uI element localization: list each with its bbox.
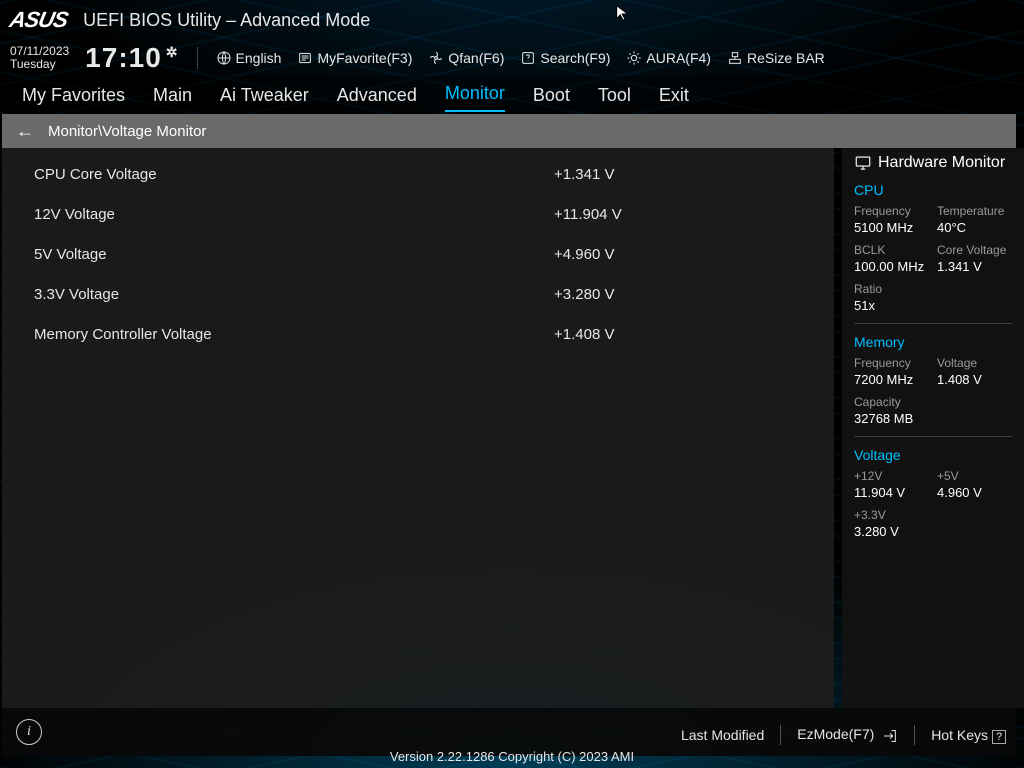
tab-advanced[interactable]: Advanced bbox=[337, 85, 417, 112]
tab-main[interactable]: Main bbox=[153, 85, 192, 112]
voltage-label: Memory Controller Voltage bbox=[34, 326, 554, 343]
globe-icon bbox=[216, 50, 232, 66]
voltage-value: +4.960 V bbox=[554, 246, 614, 263]
main-tabs: My Favorites Main Ai Tweaker Advanced Monito… bbox=[0, 76, 1024, 112]
section-voltage: Voltage bbox=[854, 447, 1012, 463]
gear-icon[interactable]: ✲ bbox=[166, 44, 179, 61]
search-help-icon bbox=[520, 50, 536, 66]
voltage-label: 12V Voltage bbox=[34, 206, 554, 223]
voltage-label: 3.3V Voltage bbox=[34, 286, 554, 303]
search-button[interactable]: Search(F9) bbox=[520, 50, 610, 66]
title-bar: ASUS UEFI BIOS Utility – Advanced Mode bbox=[0, 0, 1024, 40]
version-text: Version 2.22.1286 Copyright (C) 2023 AMI bbox=[0, 749, 1024, 768]
tab-exit[interactable]: Exit bbox=[659, 85, 689, 112]
exit-icon bbox=[882, 728, 898, 744]
ezmode-button[interactable]: EzMode(F7) bbox=[797, 726, 898, 743]
monitor-icon bbox=[854, 154, 872, 172]
last-modified-button[interactable]: Last Modified bbox=[681, 727, 764, 743]
tab-ai-tweaker[interactable]: Ai Tweaker bbox=[220, 85, 309, 112]
breadcrumb-text: Monitor\Voltage Monitor bbox=[48, 123, 206, 140]
aura-button[interactable]: AURA(F4) bbox=[626, 50, 711, 66]
brand-logo: ASUS bbox=[7, 7, 72, 33]
hotkeys-button[interactable]: Hot Keys? bbox=[931, 727, 1006, 744]
voltage-label: 5V Voltage bbox=[34, 246, 554, 263]
list-icon bbox=[297, 50, 313, 66]
voltage-value: +1.341 V bbox=[554, 166, 614, 183]
sun-icon bbox=[626, 50, 642, 66]
voltage-row[interactable]: 3.3V Voltage+3.280 V bbox=[2, 274, 834, 314]
section-memory: Memory bbox=[854, 334, 1012, 350]
clock: 17:10✲ bbox=[85, 42, 178, 74]
qfan-button[interactable]: Qfan(F6) bbox=[428, 50, 504, 66]
voltage-value: +3.280 V bbox=[554, 286, 614, 303]
section-cpu: CPU bbox=[854, 182, 1012, 198]
voltage-row[interactable]: CPU Core Voltage+1.341 V bbox=[2, 154, 834, 194]
tab-monitor[interactable]: Monitor bbox=[445, 83, 505, 112]
voltage-value: +11.904 V bbox=[554, 206, 622, 223]
voltage-label: CPU Core Voltage bbox=[34, 166, 554, 183]
resizebar-button[interactable]: ReSize BAR bbox=[727, 50, 825, 66]
voltage-row[interactable]: 5V Voltage+4.960 V bbox=[2, 234, 834, 274]
breadcrumb: ← Monitor\Voltage Monitor bbox=[2, 114, 1016, 148]
voltage-row[interactable]: 12V Voltage+11.904 V bbox=[2, 194, 834, 234]
page-title: UEFI BIOS Utility – Advanced Mode bbox=[83, 10, 370, 31]
date-block: 07/11/2023 Tuesday bbox=[10, 45, 69, 71]
back-arrow-icon[interactable]: ← bbox=[16, 121, 34, 142]
fan-icon bbox=[428, 50, 444, 66]
myfavorite-button[interactable]: MyFavorite(F3) bbox=[297, 50, 412, 66]
footer: Last Modified EzMode(F7) Hot Keys? Versi… bbox=[0, 712, 1024, 768]
tab-boot[interactable]: Boot bbox=[533, 85, 570, 112]
tab-my-favorites[interactable]: My Favorites bbox=[22, 85, 125, 112]
voltage-monitor-panel: CPU Core Voltage+1.341 V12V Voltage+11.9… bbox=[2, 148, 834, 708]
tab-tool[interactable]: Tool bbox=[598, 85, 631, 112]
mouse-cursor bbox=[614, 4, 632, 27]
sidebar-title: Hardware Monitor bbox=[854, 154, 1012, 172]
hardware-monitor-sidebar: Hardware Monitor CPU Frequency5100 MHz T… bbox=[842, 148, 1024, 708]
toolbar: 07/11/2023 Tuesday 17:10✲ English MyFavo… bbox=[0, 40, 1024, 76]
voltage-value: +1.408 V bbox=[554, 326, 614, 343]
resize-icon bbox=[727, 50, 743, 66]
voltage-row[interactable]: Memory Controller Voltage+1.408 V bbox=[2, 314, 834, 354]
language-button[interactable]: English bbox=[216, 50, 282, 66]
